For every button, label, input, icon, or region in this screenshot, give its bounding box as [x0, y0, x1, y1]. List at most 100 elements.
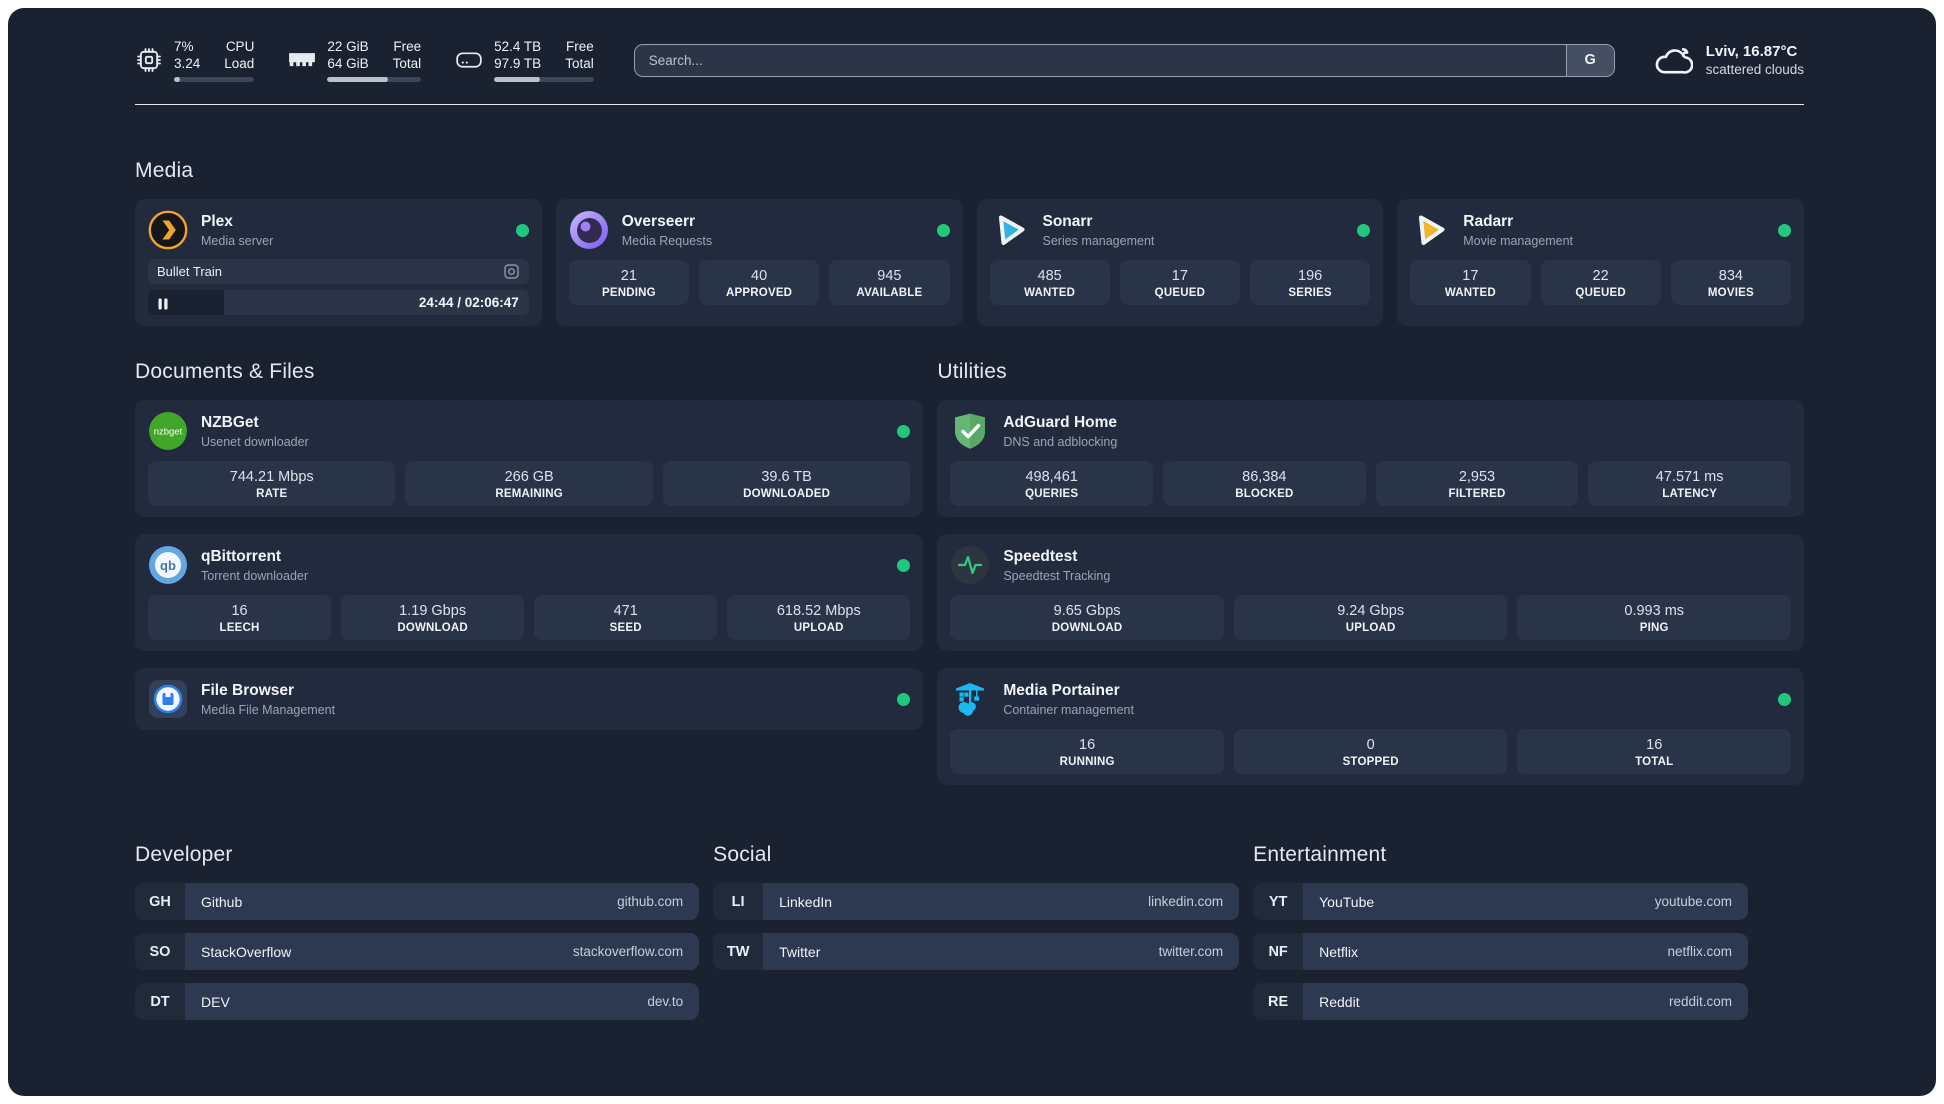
app-name: Sonarr [1042, 212, 1093, 230]
status-online-dot [1778, 223, 1791, 237]
stat-tile: 16 RUNNING [950, 729, 1224, 774]
bookmark-stackoverflow[interactable]: SO StackOverflow stackoverflow.com [135, 933, 700, 970]
stat-tile: 2,953 FILTERED [1375, 461, 1579, 506]
bookmark-sections: Developer GH Github github.com SO StackO… [135, 785, 1748, 1033]
stat-tile: 40 APPROVED [699, 260, 820, 305]
app-subtitle: Media Requests [621, 233, 713, 248]
bookmark-abbr: NF [1253, 933, 1304, 970]
bookmark-dev[interactable]: DT DEV dev.to [135, 983, 700, 1020]
bookmark-reddit[interactable]: RE Reddit reddit.com [1253, 983, 1748, 1020]
speedtest-icon [950, 545, 990, 585]
app-card-qbittorrent[interactable]: qb qBittorrent Torrent downloader 16 LEE… [135, 534, 924, 651]
weather-location: Lviv, 16.87°C [1705, 43, 1798, 60]
bookmark-url: twitter.com [1158, 944, 1224, 959]
app-card-portainer[interactable]: Media Portainer Container management 16 … [937, 668, 1804, 785]
ram-icon [288, 46, 316, 74]
status-online-dot [1777, 692, 1791, 706]
app-name: File Browser [201, 681, 295, 699]
bookmark-linkedin[interactable]: LI LinkedIn linkedin.com [713, 883, 1240, 920]
disk-total: 97.9 TB [494, 56, 542, 71]
app-card-overseerr[interactable]: Overseerr Media Requests 21 PENDING 40 A… [555, 199, 963, 326]
bookmark-github[interactable]: GH Github github.com [135, 883, 700, 920]
bookmark-url: stackoverflow.com [572, 944, 684, 959]
bookmark-netflix[interactable]: NF Netflix netflix.com [1253, 933, 1748, 970]
bookmark-name: DEV [201, 993, 230, 1010]
now-playing-row: Bullet Train [148, 259, 529, 284]
bookmark-abbr: DT [135, 983, 185, 1020]
app-name: AdGuard Home [1003, 413, 1118, 431]
cpu-progress-bar [174, 77, 255, 82]
stat-tile: 744.21 Mbps RATE [148, 461, 396, 506]
media-cards: Plex Media server Bullet Train 24:44 / 0… [135, 199, 1804, 326]
app-subtitle: Speedtest Tracking [1003, 568, 1111, 583]
filebrowser-icon [148, 679, 188, 719]
status-online-dot [897, 424, 911, 438]
dashboard-panel: 7% CPU 3.24 Load 22 GiB Free 64 GiB Tota… [8, 8, 1936, 1096]
bookmark-url: dev.to [647, 994, 684, 1009]
pause-icon[interactable] [157, 297, 169, 309]
section-utilities: Utilities AdGuard Home DNS and adblockin… [937, 326, 1804, 785]
app-card-radarr[interactable]: Radarr Movie management 17 WANTED 22 QUE… [1397, 199, 1804, 326]
search-input[interactable] [634, 52, 1566, 68]
ram-free: 22 GiB [327, 39, 369, 54]
stat-tile: 266 GB REMAINING [405, 461, 653, 506]
bookmark-name: Github [201, 893, 243, 910]
system-stats: 7% CPU 3.24 Load 22 GiB Free 64 GiB Tota… [135, 38, 594, 82]
status-online-dot [897, 558, 911, 572]
stat-tile: 9.24 Gbps UPLOAD [1233, 595, 1508, 640]
portainer-icon [950, 679, 990, 719]
bookmark-section-entertainment: Entertainment YT YouTube youtube.com NF … [1253, 785, 1748, 1033]
stat-tile: 47.571 ms LATENCY [1588, 461, 1791, 506]
top-bar: 7% CPU 3.24 Load 22 GiB Free 64 GiB Tota… [135, 8, 1804, 82]
header-divider [135, 104, 1804, 105]
app-name: Radarr [1463, 212, 1514, 230]
bookmark-url: reddit.com [1668, 994, 1732, 1009]
app-card-filebrowser[interactable]: File Browser Media File Management [135, 668, 924, 730]
app-card-nzbget[interactable]: nzbget NZBGet Usenet downloader 744.21 M… [135, 400, 924, 517]
adguard-icon [950, 411, 990, 451]
bookmark-abbr: LI [713, 883, 764, 920]
bookmark-name: YouTube [1319, 893, 1375, 910]
stat-tile: 834 MOVIES [1670, 260, 1791, 305]
section-title-media: Media [135, 159, 194, 182]
stat-tile: 17 QUEUED [1119, 260, 1240, 305]
section-title-social: Social [713, 843, 772, 866]
app-card-sonarr[interactable]: Sonarr Series management 485 WANTED 17 Q… [976, 199, 1384, 326]
section-title-utilities: Utilities [937, 360, 1007, 383]
bookmark-twitter[interactable]: TW Twitter twitter.com [713, 933, 1240, 970]
ram-free-label: Free [393, 39, 422, 54]
app-card-plex[interactable]: Plex Media server Bullet Train 24:44 / 0… [135, 199, 542, 326]
cpu-load: 3.24 [174, 56, 201, 71]
stat-tile: 39.6 TB DOWNLOADED [662, 461, 911, 506]
stat-tile: 21 PENDING [568, 260, 689, 305]
plex-icon [148, 210, 188, 250]
stat-tile: 618.52 Mbps UPLOAD [727, 595, 911, 640]
stat-tile: 22 QUEUED [1540, 260, 1661, 305]
app-name: Speedtest [1003, 547, 1078, 565]
system-stat-cpu: 7% CPU 3.24 Load [135, 38, 255, 82]
app-subtitle: Media server [201, 233, 274, 248]
disk-total-label: Total [565, 56, 594, 71]
app-subtitle: Container management [1003, 702, 1134, 717]
bookmark-name: Twitter [779, 943, 821, 960]
search-engine-button[interactable]: G [1565, 44, 1614, 76]
app-name: qBittorrent [201, 547, 282, 565]
app-subtitle: Movie management [1463, 233, 1574, 248]
bookmark-youtube[interactable]: YT YouTube youtube.com [1253, 883, 1748, 920]
overseerr-icon [569, 210, 609, 250]
stat-tile: 196 SERIES [1250, 260, 1371, 305]
app-card-adguard[interactable]: AdGuard Home DNS and adblocking 498,461 … [937, 400, 1804, 517]
bookmark-name: Netflix [1319, 943, 1359, 960]
app-card-speedtest[interactable]: Speedtest Speedtest Tracking 9.65 Gbps D… [937, 534, 1804, 651]
stat-tile: 945 AVAILABLE [829, 260, 950, 305]
weather-widget: Lviv, 16.87°C scattered clouds [1653, 42, 1804, 78]
disk-progress-bar [494, 77, 594, 82]
section-title-documents: Documents & Files [135, 360, 315, 383]
ram-total-label: Total [392, 56, 422, 71]
section-title-developer: Developer [135, 843, 233, 866]
bookmark-url: youtube.com [1654, 894, 1732, 909]
bookmark-url: github.com [617, 894, 684, 909]
stat-tile: 16 TOTAL [1517, 729, 1791, 774]
cpu-load-label: Load [224, 56, 255, 71]
radarr-icon [1410, 210, 1450, 250]
